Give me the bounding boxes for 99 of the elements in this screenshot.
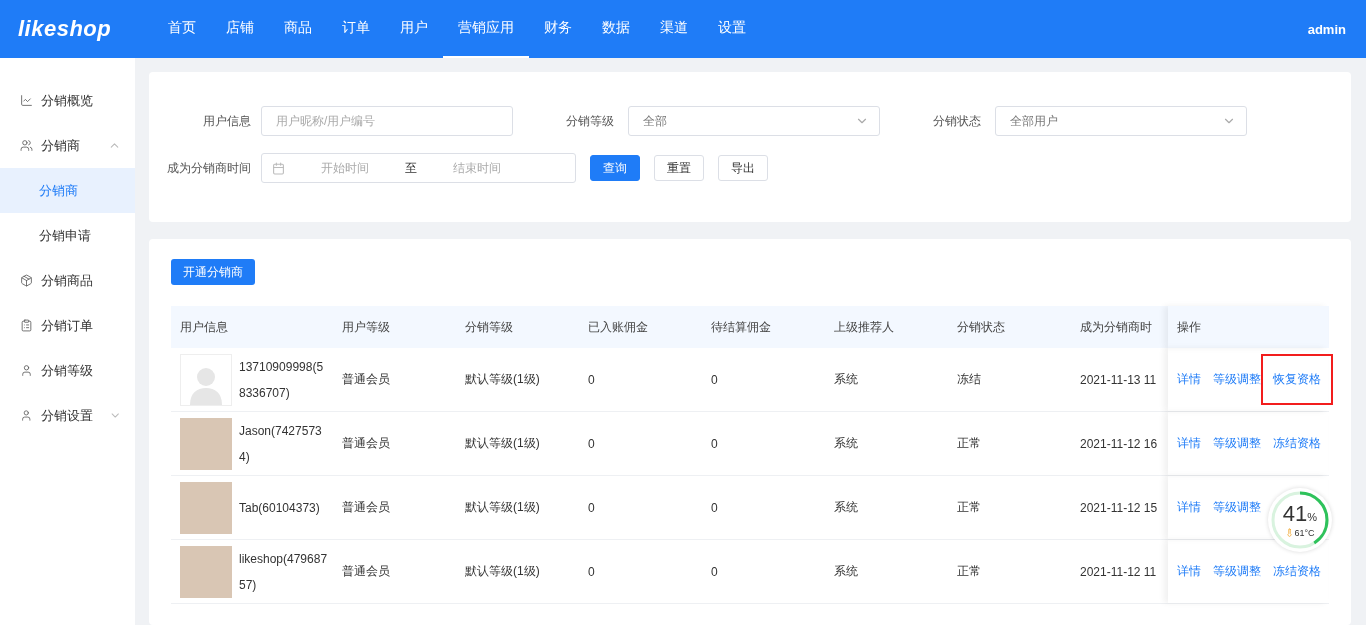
action-link[interactable]: 恢复资格 xyxy=(1261,354,1333,405)
table-cell-text: 2021-11-13 11 xyxy=(1079,372,1158,387)
action-link[interactable]: 等级调整 xyxy=(1213,435,1261,452)
table-cell-text: 系统 xyxy=(833,499,859,516)
action-link[interactable]: 等级调整 xyxy=(1213,499,1261,516)
table-cell-text: 系统 xyxy=(833,563,859,580)
status-select[interactable]: 全部用户 xyxy=(995,106,1247,136)
thermometer-icon xyxy=(1285,528,1295,537)
table-cell-text: 默认等级(1级) xyxy=(464,499,541,516)
user-name-cell-text: Tab(60104373) xyxy=(239,499,321,517)
action-link[interactable]: 冻结资格 xyxy=(1273,435,1321,452)
sidebar-subitem[interactable]: 分销申请 xyxy=(0,213,135,258)
table-cell-text: 默认等级(1级) xyxy=(464,371,541,388)
user-icon xyxy=(20,409,33,422)
field-label: 用户信息 xyxy=(202,113,251,129)
column-header: 操作 xyxy=(1168,306,1328,348)
table-cell-text: 默认等级(1级) xyxy=(464,435,541,452)
action-link[interactable]: 详情 xyxy=(1177,563,1201,580)
table-cell-text: 0 xyxy=(587,500,596,515)
action-button[interactable]: 导出 xyxy=(718,155,768,181)
table-cell-text: 2021-11-12 15 xyxy=(1079,500,1159,515)
user-search-field[interactable]: 用户昵称/用户编号 xyxy=(261,106,513,136)
table-cell-text: 普通会员 xyxy=(341,563,391,580)
table-cell-text: 系统 xyxy=(833,435,859,452)
chart-icon xyxy=(20,94,33,107)
table-cell-text: 普通会员 xyxy=(341,435,391,452)
nav-item[interactable]: 首页 xyxy=(153,0,211,58)
search-button[interactable]: 查询 xyxy=(590,155,640,181)
action-link[interactable]: 等级调整 xyxy=(1213,371,1261,388)
users-icon xyxy=(20,139,33,152)
usage-value: 41% xyxy=(1282,502,1318,528)
column-header: 分销状态 xyxy=(956,318,1006,336)
table-cell-text: 正常 xyxy=(956,435,982,452)
photo-placeholder xyxy=(180,417,232,470)
nav-item[interactable]: 订单 xyxy=(327,0,385,58)
calendar-icon xyxy=(272,161,285,175)
nav-item[interactable]: 商品 xyxy=(269,0,327,58)
sidebar-item[interactable]: 分销概览 xyxy=(0,78,135,123)
sidebar-item[interactable]: 分销订单 xyxy=(0,303,135,348)
table-cell-text: 冻结 xyxy=(956,371,982,388)
column-header: 已入账佣金 xyxy=(587,318,649,336)
table-cell-text: 普通会员 xyxy=(341,371,391,388)
table-cell-text: 0 xyxy=(710,372,719,387)
user-name-cell-text: likeshop(47968757) xyxy=(239,550,329,594)
sidebar-item[interactable]: 分销商品 xyxy=(0,258,135,303)
level-select[interactable]: 全部 xyxy=(628,106,880,136)
table-cell-text: 2021-11-12 16 xyxy=(1079,436,1159,451)
nav-item[interactable]: 店铺 xyxy=(211,0,269,58)
sidebar-item[interactable]: 分销等级 xyxy=(0,348,135,393)
table-cell-text: 系统 xyxy=(833,371,859,388)
photo-placeholder xyxy=(180,545,232,598)
table-cell-text: 普通会员 xyxy=(341,499,391,516)
action-link[interactable]: 等级调整 xyxy=(1213,563,1261,580)
sidebar-item[interactable]: 分销商 xyxy=(0,123,135,168)
column-header: 用户等级 xyxy=(341,318,391,336)
sidebar-subitem[interactable]: 分销商 xyxy=(0,168,135,213)
nav-item[interactable]: 设置 xyxy=(703,0,761,58)
table-cell-text: 正常 xyxy=(956,499,982,516)
table-cell-text: 2021-11-12 11 xyxy=(1079,564,1158,579)
table-cell-text: 0 xyxy=(587,436,596,451)
table-cell-text: 默认等级(1级) xyxy=(464,563,541,580)
action-button[interactable]: 重置 xyxy=(654,155,704,181)
nav-item[interactable]: 数据 xyxy=(587,0,645,58)
sidebar-item[interactable]: 分销设置 xyxy=(0,393,135,438)
column-header: 上级推荐人 xyxy=(833,318,895,336)
action-link[interactable]: 详情 xyxy=(1177,499,1201,516)
action-link[interactable]: 详情 xyxy=(1177,435,1201,452)
table-cell-text: 0 xyxy=(710,564,719,579)
field-label: 分销状态 xyxy=(932,113,981,129)
add-distributor-button[interactable]: 开通分销商 xyxy=(171,259,255,285)
clipboard-icon xyxy=(20,319,33,332)
avatar-placeholder xyxy=(180,353,232,406)
field-label: 分销等级 xyxy=(565,113,614,129)
column-header: 分销等级 xyxy=(464,318,514,336)
date-range-field[interactable]: 开始时间 至 结束时间 xyxy=(261,153,576,183)
table-cell-text: 0 xyxy=(587,372,596,387)
table-cell-text: 0 xyxy=(587,564,596,579)
photo-placeholder xyxy=(180,481,232,534)
user-name[interactable]: admin xyxy=(1307,21,1346,37)
table-cell-text: 正常 xyxy=(956,563,982,580)
column-header: 待结算佣金 xyxy=(710,318,772,336)
user-name-cell-text: 13710909998(58336707) xyxy=(239,358,325,402)
range-separator: 至 xyxy=(405,159,417,177)
nav-item[interactable]: 用户 xyxy=(385,0,443,58)
action-link[interactable]: 详情 xyxy=(1177,371,1201,388)
nav-item[interactable]: 营销应用 xyxy=(443,0,529,58)
user-icon xyxy=(20,364,33,377)
box-icon xyxy=(20,274,33,287)
table-cell-text: 0 xyxy=(710,436,719,451)
column-header: 用户信息 xyxy=(179,318,229,336)
column-header: 成为分销商时 xyxy=(1079,318,1153,336)
temperature-text: 61°C xyxy=(1285,527,1315,538)
action-link[interactable]: 冻结资格 xyxy=(1273,563,1321,580)
table-cell-text: 0 xyxy=(710,500,719,515)
nav-item[interactable]: 渠道 xyxy=(645,0,703,58)
field-label: 成为分销商时间 xyxy=(166,160,251,176)
user-name-cell-text: Jason(74275734) xyxy=(239,422,323,466)
nav-item[interactable]: 财务 xyxy=(529,0,587,58)
logo: likeshop xyxy=(18,16,113,42)
